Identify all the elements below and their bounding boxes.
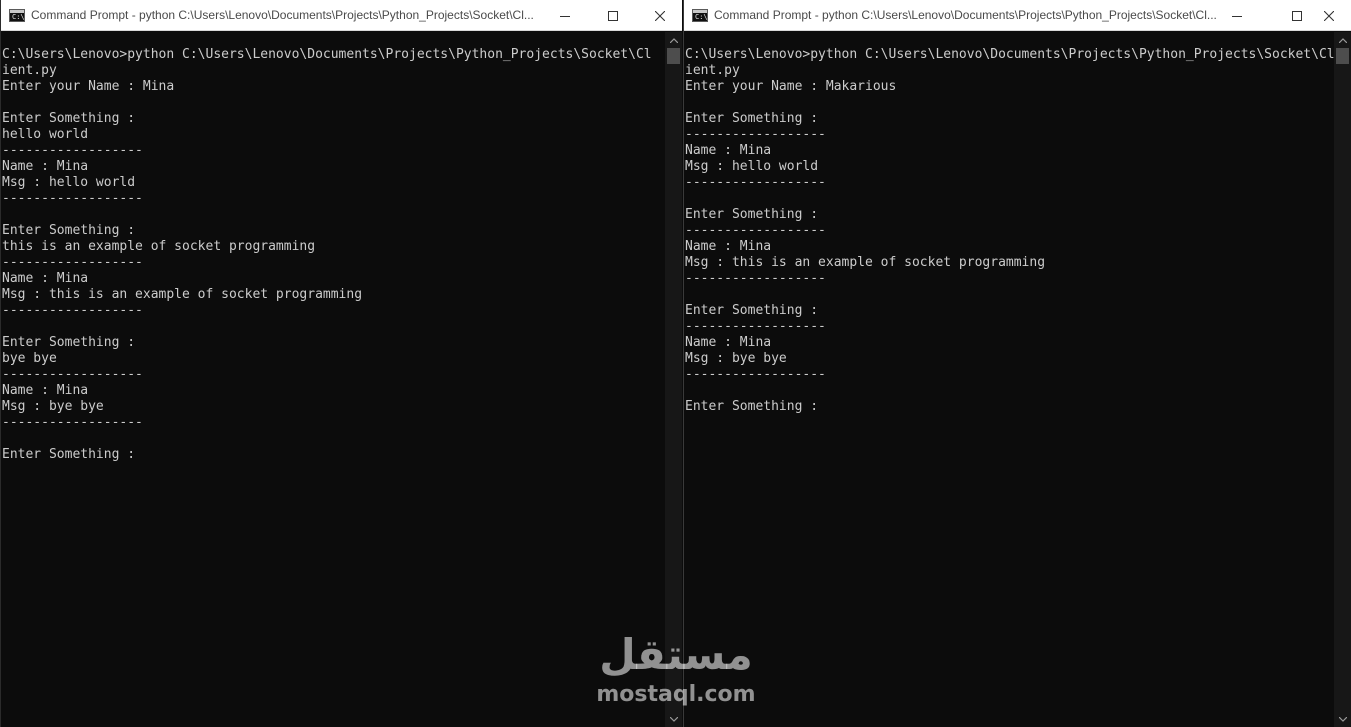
cmd-app-icon: C:\ (9, 9, 25, 22)
console-line: ient.py (2, 63, 57, 78)
console-output[interactable]: C:\Users\Lenovo>python C:\Users\Lenovo\D… (2, 47, 664, 727)
console-line: Msg : bye bye (2, 399, 104, 414)
window-title: Command Prompt - python C:\Users\Lenovo\… (714, 8, 1217, 22)
scroll-down-button[interactable] (665, 711, 682, 727)
scroll-thumb[interactable] (1336, 48, 1349, 64)
console-line: Enter Something : (685, 207, 819, 222)
console-line: Enter Something : (685, 303, 819, 318)
console-line: Enter Something : (2, 335, 136, 350)
title-bar[interactable]: C:\ Command Prompt - python C:\Users\Len… (1, 0, 682, 31)
console-line: Name : Mina (685, 239, 772, 254)
console-line: Enter Something : (2, 111, 136, 126)
scroll-down-icon (669, 716, 678, 722)
console-line: ------------------ (685, 127, 826, 142)
console-line: Name : Mina (2, 271, 89, 286)
scroll-up-icon (669, 37, 678, 43)
cmd-app-icon: C:\ (692, 9, 708, 22)
command-prompt-window-right[interactable]: C:\ Command Prompt - python C:\Users\Len… (683, 0, 1351, 727)
close-icon (655, 10, 665, 21)
console-line: hello world (2, 127, 89, 142)
vertical-scrollbar[interactable] (1334, 32, 1351, 727)
console-line: this is an example of socket programming (2, 239, 316, 254)
console-line: Enter your Name : Mina (2, 79, 175, 94)
console-line: ------------------ (685, 223, 826, 238)
console-line: Enter Something : (2, 223, 136, 238)
console-line: Enter your Name : Makarious (685, 79, 897, 94)
minimize-icon (1232, 15, 1242, 17)
console-line: C:\Users\Lenovo>python C:\Users\Lenovo\D… (2, 47, 652, 62)
console-line: ------------------ (685, 175, 826, 190)
scroll-up-button[interactable] (1334, 32, 1351, 48)
maximize-icon (608, 10, 618, 21)
console-line: Name : Mina (2, 383, 89, 398)
minimize-icon (560, 15, 570, 17)
close-button[interactable] (1306, 0, 1351, 31)
command-prompt-window-left[interactable]: C:\ Command Prompt - python C:\Users\Len… (0, 0, 682, 727)
vertical-scrollbar[interactable] (665, 32, 682, 727)
console-line: Enter Something : (685, 111, 819, 126)
console-line: Msg : this is an example of socket progr… (685, 255, 1046, 270)
console-line: ient.py (685, 63, 740, 78)
maximize-button[interactable] (590, 0, 636, 31)
console-line: ------------------ (2, 415, 143, 430)
console-output[interactable]: C:\Users\Lenovo>python C:\Users\Lenovo\D… (685, 47, 1335, 727)
scroll-down-icon (1338, 716, 1347, 722)
console-line: ------------------ (2, 303, 143, 318)
console-line: ------------------ (685, 319, 826, 334)
console-line: Msg : hello world (685, 159, 819, 174)
minimize-button[interactable] (542, 0, 588, 31)
scroll-down-button[interactable] (1334, 711, 1351, 727)
close-icon (1324, 10, 1334, 21)
cmd-icon-glyph: C:\ (12, 13, 25, 21)
maximize-icon (1292, 10, 1302, 21)
console-line: Msg : hello world (2, 175, 136, 190)
console-line: ------------------ (2, 191, 143, 206)
console-line: Msg : this is an example of socket progr… (2, 287, 363, 302)
console-line: ------------------ (685, 271, 826, 286)
window-title: Command Prompt - python C:\Users\Lenovo\… (31, 8, 534, 22)
console-line: C:\Users\Lenovo>python C:\Users\Lenovo\D… (685, 47, 1335, 62)
cmd-icon-glyph: C:\ (695, 13, 708, 21)
scroll-up-icon (1338, 37, 1347, 43)
console-line: ------------------ (2, 367, 143, 382)
console-line: ------------------ (2, 255, 143, 270)
console-line: Enter Something : (685, 399, 819, 414)
console-line: Name : Mina (2, 159, 89, 174)
console-line: ------------------ (685, 367, 826, 382)
console-line: bye bye (2, 351, 57, 366)
console-line: Name : Mina (685, 335, 772, 350)
console-line: Name : Mina (685, 143, 772, 158)
close-button[interactable] (637, 0, 682, 31)
minimize-button[interactable] (1214, 0, 1260, 31)
console-line: Msg : bye bye (685, 351, 787, 366)
console-line: ------------------ (2, 143, 143, 158)
console-line: Enter Something : (2, 447, 136, 462)
title-bar[interactable]: C:\ Command Prompt - python C:\Users\Len… (684, 0, 1351, 31)
scroll-thumb[interactable] (667, 48, 680, 64)
scroll-up-button[interactable] (665, 32, 682, 48)
